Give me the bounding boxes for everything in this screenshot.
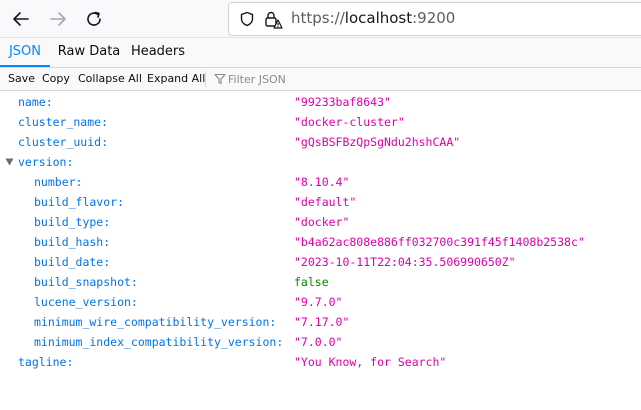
- copy-button[interactable]: Copy: [42, 71, 70, 87]
- json-value: "default": [294, 195, 357, 209]
- json-value: "docker": [294, 215, 350, 229]
- json-row-build-type[interactable]: build_type: "docker": [0, 212, 641, 232]
- json-key: build_type:: [34, 215, 111, 229]
- lock-warning-icon[interactable]: [263, 9, 283, 29]
- json-key: cluster_name:: [18, 115, 109, 129]
- url-text[interactable]: https://localhost:9200: [291, 9, 455, 27]
- json-value: "99233baf8643": [294, 95, 391, 109]
- json-value: "2023-10-11T22:04:35.506990650Z": [294, 255, 516, 269]
- json-key: version:: [18, 155, 74, 169]
- browser-toolbar: https://localhost:9200: [0, 0, 641, 38]
- json-key: minimum_wire_compatibility_version:: [34, 315, 277, 329]
- json-value: "9.7.0": [294, 295, 343, 309]
- json-key: name:: [18, 95, 53, 109]
- collapse-all-button[interactable]: Collapse All: [78, 71, 142, 87]
- json-row-lucene-version[interactable]: lucene_version: "9.7.0": [0, 292, 641, 312]
- json-toolbar: Save Copy Collapse All Expand All: [0, 68, 641, 91]
- json-row-build-flavor[interactable]: build_flavor: "default": [0, 192, 641, 212]
- json-row-version[interactable]: version:: [0, 152, 641, 172]
- reload-icon: [87, 11, 101, 26]
- save-button[interactable]: Save: [8, 71, 35, 87]
- json-tree: name: "99233baf8643" cluster_name: "dock…: [0, 92, 641, 372]
- json-row-cluster-name[interactable]: cluster_name: "docker-cluster": [0, 112, 641, 132]
- json-value: "b4a62ac808e886ff032700c391f45f1408b2538…: [294, 235, 585, 249]
- shield-icon[interactable]: [239, 11, 255, 27]
- tab-json[interactable]: JSON: [0, 38, 50, 67]
- url-port: :9200: [412, 9, 456, 27]
- json-row-name[interactable]: name: "99233baf8643": [0, 92, 641, 112]
- json-value: "7.17.0": [294, 315, 350, 329]
- json-value: "docker-cluster": [294, 115, 405, 129]
- filter-icon: [214, 73, 226, 85]
- json-row-build-snapshot[interactable]: build_snapshot: false: [0, 272, 641, 292]
- json-row-cluster-uuid[interactable]: cluster_uuid: "gQsBSFBzQpSgNdu2hshCAA": [0, 132, 641, 152]
- viewer-tabs: JSON Raw Data Headers: [0, 38, 641, 68]
- json-key: build_flavor:: [34, 195, 125, 209]
- expand-triangle-icon[interactable]: [5, 158, 14, 166]
- json-row-build-hash[interactable]: build_hash: "b4a62ac808e886ff032700c391f…: [0, 232, 641, 252]
- json-row-tagline[interactable]: tagline: "You Know, for Search": [0, 352, 641, 372]
- json-value: "gQsBSFBzQpSgNdu2hshCAA": [294, 135, 461, 149]
- json-key: build_hash:: [34, 235, 111, 249]
- url-scheme: https://: [291, 9, 345, 27]
- json-key: build_date:: [34, 255, 111, 269]
- url-host: localhost: [344, 9, 413, 27]
- json-value: false: [294, 275, 329, 289]
- tab-raw-data[interactable]: Raw Data: [50, 38, 128, 66]
- json-value: "7.0.0": [294, 335, 343, 349]
- reload-button[interactable]: [81, 6, 107, 32]
- json-row-number[interactable]: number: "8.10.4": [0, 172, 641, 192]
- forward-button[interactable]: [45, 6, 71, 32]
- json-key: tagline:: [18, 355, 74, 369]
- json-row-build-date[interactable]: build_date: "2023-10-11T22:04:35.5069906…: [0, 252, 641, 272]
- address-bar[interactable]: https://localhost:9200: [228, 2, 641, 36]
- json-row-min-wire-compat[interactable]: minimum_wire_compatibility_version: "7.1…: [0, 312, 641, 332]
- json-key: number:: [34, 175, 83, 189]
- json-value: "You Know, for Search": [294, 355, 447, 369]
- json-row-min-index-compat[interactable]: minimum_index_compatibility_version: "7.…: [0, 332, 641, 352]
- json-value: "8.10.4": [294, 175, 350, 189]
- json-key: minimum_index_compatibility_version:: [34, 335, 284, 349]
- arrow-left-icon: [13, 12, 29, 26]
- json-key: lucene_version:: [34, 295, 138, 309]
- arrow-right-icon: [50, 12, 66, 26]
- filter-json-input[interactable]: [228, 70, 428, 88]
- toolbar-divider: [205, 71, 206, 87]
- expand-all-button[interactable]: Expand All: [147, 71, 205, 87]
- tab-headers[interactable]: Headers: [128, 38, 188, 66]
- json-key: cluster_uuid:: [18, 135, 109, 149]
- json-key: build_snapshot:: [34, 275, 138, 289]
- back-button[interactable]: [8, 6, 34, 32]
